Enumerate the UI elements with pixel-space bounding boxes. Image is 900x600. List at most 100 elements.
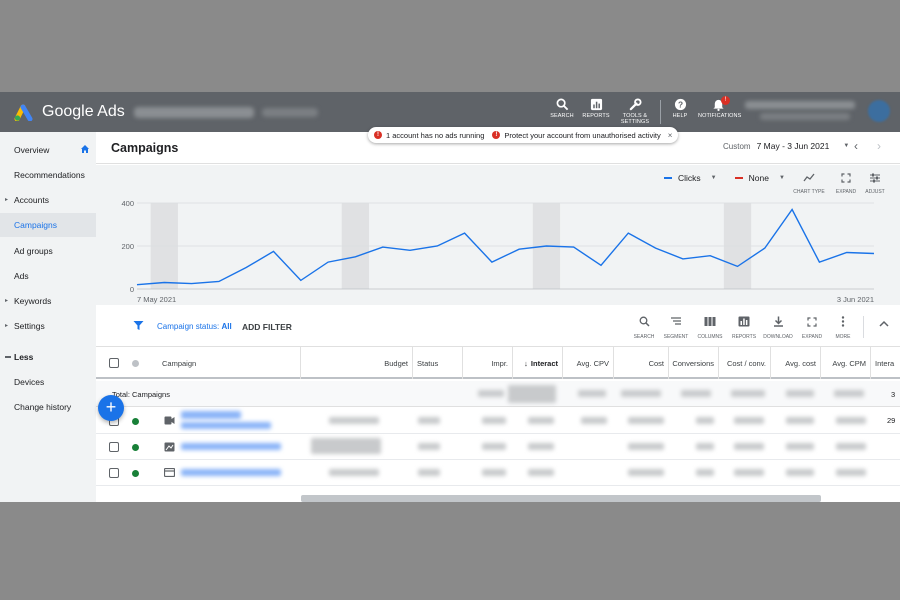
column-header-conversions[interactable]: Conversions	[669, 347, 719, 379]
redacted-value	[478, 390, 504, 397]
sidebar-item-devices[interactable]: Devices	[0, 370, 96, 394]
column-header-impr[interactable]: Impr.	[463, 347, 513, 379]
alert-no-ads-text[interactable]: 1 account has no ads running	[386, 131, 484, 140]
metric-1-dropdown[interactable]: Clicks ▼	[664, 173, 717, 183]
filter-icon[interactable]	[133, 320, 144, 331]
video-campaign-icon	[164, 416, 175, 425]
sidebar-item-change-history[interactable]: Change history	[0, 395, 96, 419]
select-all-checkbox[interactable]	[109, 358, 119, 368]
add-filter-button[interactable]: ADD FILTER	[242, 322, 292, 332]
redacted-value	[482, 469, 506, 476]
toolbar-help-button[interactable]: ? HELP	[660, 98, 700, 119]
column-header-avg-cost[interactable]: Avg. cost	[771, 347, 821, 379]
column-header-status[interactable]: Status	[413, 347, 463, 379]
column-header-campaign[interactable]: Campaign	[158, 347, 301, 379]
redacted-value	[528, 469, 554, 476]
chevron-up-icon[interactable]	[879, 320, 889, 328]
table-row[interactable]	[96, 434, 900, 460]
status-header-dot	[132, 360, 139, 367]
column-header-avg-cpm[interactable]: Avg. CPM	[821, 347, 871, 379]
total-label: Total: Campaigns	[112, 390, 170, 399]
status-enabled-dot[interactable]	[132, 444, 139, 451]
status-enabled-dot[interactable]	[132, 418, 139, 425]
sidebar-item-recommendations[interactable]: Recommendations	[0, 163, 96, 187]
sidebar-item-ad-groups[interactable]: Ad groups	[0, 239, 96, 263]
filter-bar: Campaign status: All ADD FILTER SEARCH S…	[96, 307, 900, 347]
column-header-interaction-rate[interactable]: Intera	[871, 347, 900, 379]
row-checkbox[interactable]	[109, 468, 119, 478]
table-row[interactable]	[96, 460, 900, 486]
alert-protect-account-text[interactable]: Protect your account from unauthorised a…	[504, 131, 660, 140]
toolbar-tools-button[interactable]: TOOLS & SETTINGS	[615, 98, 655, 125]
redacted-value	[329, 469, 379, 476]
alert-banner[interactable]: ! 1 account has no ads running ! Protect…	[368, 127, 679, 143]
column-header-cost[interactable]: Cost	[614, 347, 669, 379]
date-range-picker[interactable]: Custom 7 May - 3 Jun 2021 ▼	[723, 141, 849, 151]
column-header-interactions[interactable]: ↓ Interact	[513, 347, 563, 379]
column-header-cost-per-conv[interactable]: Cost / conv.	[719, 347, 771, 379]
redacted-value	[696, 469, 714, 476]
chart-adjust-button[interactable]: ADJUST	[858, 170, 892, 195]
redacted-value	[836, 469, 866, 476]
redacted-value	[621, 390, 661, 397]
table-row[interactable]: 29	[96, 408, 900, 434]
redacted-value	[528, 417, 554, 424]
toolbar-reports-button[interactable]: REPORTS	[576, 98, 616, 119]
sidebar-item-less[interactable]: Less	[0, 345, 96, 369]
sidebar-item-accounts[interactable]: ▸ Accounts	[0, 188, 96, 212]
redacted-value	[734, 417, 764, 424]
redacted-value	[731, 390, 765, 397]
campaign-name-link[interactable]	[181, 443, 281, 450]
google-ads-logo-icon[interactable]	[14, 103, 36, 121]
close-icon[interactable]: ×	[668, 131, 673, 140]
toolbar-notifications-button[interactable]: ! NOTIFICATIONS	[698, 96, 741, 119]
metric-2-dropdown[interactable]: None ▼	[734, 173, 785, 183]
download-label: DOWNLOAD	[763, 334, 793, 340]
row-checkbox[interactable]	[109, 442, 119, 452]
segment-icon	[671, 317, 681, 325]
column-header-budget[interactable]: Budget	[301, 347, 413, 379]
date-prev-button[interactable]: ‹	[854, 139, 858, 153]
metric-2-label: None	[748, 173, 769, 183]
series-line-clicks	[136, 208, 875, 286]
total-interaction-rate: 3	[891, 390, 896, 399]
toolbar-tools-label: TOOLS & SETTINGS	[620, 113, 650, 125]
sidebar-item-overview[interactable]: Overview	[0, 138, 96, 162]
sidebar-item-label: Keywords	[14, 296, 52, 306]
home-icon	[81, 145, 89, 153]
avatar[interactable]	[868, 100, 890, 122]
x-axis-start-label: 7 May 2021	[137, 295, 176, 304]
alert-error-icon: !	[374, 131, 382, 139]
account-name-redacted	[134, 107, 254, 118]
table-search-label: SEARCH	[633, 334, 655, 340]
redacted-value	[482, 417, 506, 424]
table-expand-button[interactable]: EXPAND	[795, 314, 829, 340]
segment-label: SEGMENT	[663, 334, 689, 340]
sidebar-item-settings[interactable]: ▸ Settings	[0, 314, 96, 338]
table-reports-button[interactable]: REPORTS	[727, 314, 761, 340]
redacted-value	[528, 443, 554, 450]
column-header-avg-cpv[interactable]: Avg. CPV	[563, 347, 614, 379]
date-next-button[interactable]: ›	[877, 139, 881, 153]
table-search-button[interactable]: SEARCH	[627, 314, 661, 340]
status-enabled-dot[interactable]	[132, 470, 139, 477]
campaign-name-link[interactable]	[181, 411, 241, 419]
columns-button[interactable]: COLUMNS	[693, 314, 727, 340]
chart-type-button[interactable]: CHART TYPE	[792, 170, 826, 195]
campaign-name-link[interactable]	[181, 422, 271, 429]
chart-area: Clicks ▼ None ▼ CHART TYPE EXPAND ADJUST…	[96, 165, 900, 305]
add-campaign-button[interactable]: +	[98, 395, 124, 421]
notification-badge: !	[721, 96, 730, 105]
campaign-name-link[interactable]	[181, 469, 281, 476]
sidebar-item-label: Settings	[14, 321, 45, 331]
redacted-value	[696, 417, 714, 424]
segment-button[interactable]: SEGMENT	[659, 314, 693, 340]
campaign-status-filter-chip[interactable]: Campaign status: All	[157, 322, 232, 331]
sidebar-item-keywords[interactable]: ▸ Keywords	[0, 289, 96, 313]
horizontal-scrollbar[interactable]	[301, 495, 821, 502]
more-button[interactable]: MORE	[826, 314, 860, 340]
sidebar-item-ads[interactable]: Ads	[0, 264, 96, 288]
sidebar-item-campaigns[interactable]: Campaigns	[0, 213, 96, 237]
y-tick-label: 0	[130, 285, 134, 294]
download-button[interactable]: DOWNLOAD	[761, 314, 795, 340]
